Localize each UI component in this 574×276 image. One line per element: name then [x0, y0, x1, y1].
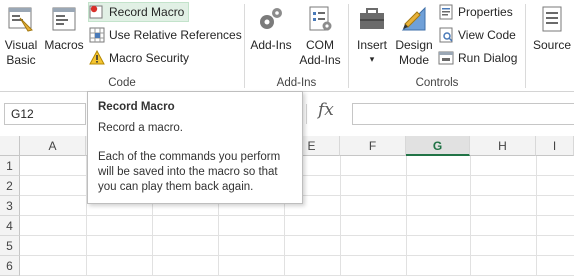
chevron-down-icon: ▾	[369, 54, 375, 64]
record-macro-tooltip: Record Macro Record a macro. Each of the…	[87, 91, 303, 204]
source-button[interactable]: Source	[530, 2, 574, 53]
insert-function-icon[interactable]: fx	[318, 100, 334, 120]
view-code-label: View Code	[458, 28, 516, 42]
macros-button[interactable]: Macros	[43, 2, 85, 53]
gridline	[470, 156, 471, 276]
gridline	[20, 235, 574, 236]
row-header-1[interactable]: 1	[0, 156, 20, 176]
tooltip-body: Each of the commands you perform will be…	[98, 151, 281, 193]
gridline	[20, 215, 574, 216]
xml-group: Source	[526, 0, 574, 92]
record-macro-label: Record Macro	[109, 5, 185, 19]
com-addins-icon	[305, 4, 335, 34]
gears-icon	[256, 4, 286, 34]
use-relative-references-button[interactable]: Use Relative References	[89, 25, 246, 45]
record-macro-icon	[89, 4, 105, 20]
controls-group: Insert ▾ Design Mode Properties View Cod…	[349, 0, 525, 92]
row-header-6[interactable]: 6	[0, 256, 20, 276]
source-icon	[537, 4, 567, 34]
toolbox-icon	[357, 4, 387, 34]
design-mode-label-1: Design	[395, 38, 433, 52]
run-dialog-label: Run Dialog	[458, 51, 518, 65]
insert-label: Insert	[356, 38, 387, 52]
addins-label: Add-Ins	[250, 38, 292, 52]
name-box[interactable]: G12	[4, 103, 86, 125]
column-header-i[interactable]: I	[536, 136, 574, 156]
gridline	[340, 156, 341, 276]
view-code-icon	[438, 27, 454, 43]
column-header-f[interactable]: F	[340, 136, 406, 156]
view-code-button[interactable]: View Code	[438, 25, 520, 45]
code-group: Visual Basic Macros Record Macro Use Rel…	[0, 0, 244, 92]
gridline	[20, 255, 574, 256]
macro-security-button[interactable]: Macro Security	[89, 48, 193, 68]
gridline	[536, 156, 537, 276]
run-dialog-button[interactable]: Run Dialog	[438, 48, 521, 68]
formula-separator	[306, 104, 307, 124]
com-addins-button[interactable]: COM Add-Ins	[297, 2, 343, 68]
tooltip-subtitle: Record a macro.	[98, 122, 184, 134]
row-header-3[interactable]: 3	[0, 196, 20, 216]
column-header-h[interactable]: H	[470, 136, 536, 156]
run-dialog-icon	[438, 50, 454, 66]
addins-group-label: Add-Ins	[276, 77, 317, 89]
visual-basic-label-1: Visual	[4, 38, 38, 52]
visual-basic-label-2: Basic	[6, 53, 36, 67]
row-header-5[interactable]: 5	[0, 236, 20, 256]
com-addins-label-2: Add-Ins	[299, 53, 341, 67]
visual-basic-button[interactable]: Visual Basic	[2, 2, 40, 68]
addins-group: Add-Ins COM Add-Ins Add-Ins	[245, 0, 348, 92]
properties-label: Properties	[458, 5, 513, 19]
controls-group-label: Controls	[415, 77, 459, 89]
column-header-a[interactable]: A	[20, 136, 86, 156]
macros-icon	[49, 4, 79, 34]
tooltip-title: Record Macro	[98, 101, 175, 113]
code-group-label: Code	[108, 77, 136, 89]
macros-label: Macros	[44, 38, 84, 52]
source-label: Source	[532, 38, 572, 52]
design-mode-label-2: Mode	[398, 53, 430, 67]
relative-references-icon	[89, 27, 105, 43]
row-header-4[interactable]: 4	[0, 216, 20, 236]
properties-icon	[438, 4, 454, 20]
ribbon: Visual Basic Macros Record Macro Use Rel…	[0, 0, 574, 92]
column-header-g[interactable]: G	[406, 136, 470, 156]
addins-button[interactable]: Add-Ins	[249, 2, 293, 53]
com-addins-label-1: COM	[306, 38, 334, 52]
insert-button[interactable]: Insert ▾	[353, 2, 391, 65]
visual-basic-icon	[6, 4, 36, 34]
warning-icon	[89, 49, 105, 66]
use-relative-references-label: Use Relative References	[109, 28, 242, 42]
row-header-2[interactable]: 2	[0, 176, 20, 196]
properties-button[interactable]: Properties	[438, 2, 517, 22]
design-mode-button[interactable]: Design Mode	[393, 2, 435, 68]
select-all-corner[interactable]	[0, 136, 20, 156]
gridline	[406, 156, 407, 276]
design-mode-icon	[399, 4, 429, 34]
record-macro-button[interactable]: Record Macro	[88, 2, 190, 22]
formula-input[interactable]	[352, 103, 574, 125]
macro-security-label: Macro Security	[109, 51, 190, 65]
